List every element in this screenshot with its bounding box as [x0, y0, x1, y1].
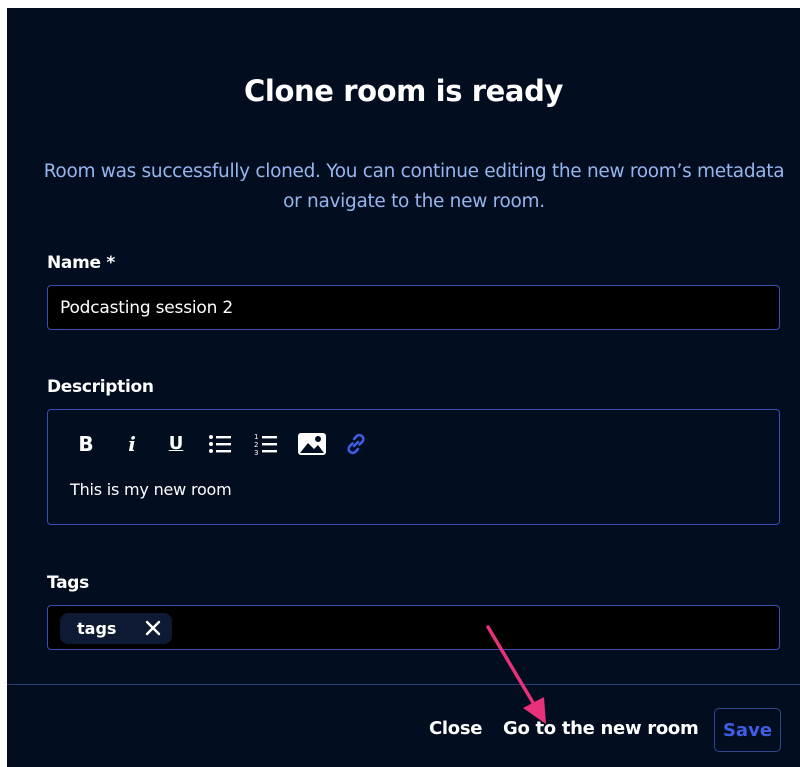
- close-button[interactable]: Close: [429, 718, 482, 739]
- numbered-list-icon[interactable]: 1 2 3: [252, 430, 280, 458]
- go-to-new-room-button[interactable]: Go to the new room: [503, 718, 699, 739]
- clone-room-dialog: Clone room is ready Room was successfull…: [7, 8, 800, 767]
- tag-chip-label: tags: [77, 619, 117, 638]
- save-button[interactable]: Save: [714, 708, 781, 752]
- tags-label: Tags: [47, 573, 89, 593]
- close-icon[interactable]: [144, 619, 162, 637]
- svg-text:2: 2: [254, 441, 258, 449]
- tag-chip: tags: [60, 613, 172, 644]
- svg-text:3: 3: [254, 449, 258, 456]
- footer-divider: [7, 684, 800, 685]
- name-input[interactable]: Podcasting session 2: [47, 285, 780, 330]
- description-text: This is my new room: [70, 480, 232, 499]
- italic-icon[interactable]: i: [118, 430, 146, 458]
- svg-text:1: 1: [254, 433, 258, 441]
- image-icon[interactable]: [296, 430, 328, 458]
- bold-icon[interactable]: B: [72, 430, 100, 458]
- tags-input[interactable]: tags: [47, 605, 780, 650]
- link-icon[interactable]: [342, 430, 370, 458]
- dialog-message: Room was successfully cloned. You can co…: [43, 161, 785, 212]
- dialog-title: Clone room is ready: [244, 74, 563, 108]
- name-input-value: Podcasting session 2: [60, 298, 233, 318]
- name-label: Name *: [47, 253, 115, 273]
- underline-icon[interactable]: U: [162, 430, 190, 458]
- description-label: Description: [47, 377, 154, 397]
- description-editor[interactable]: B i U 1 2 3 This is my new room: [47, 409, 780, 525]
- bulleted-list-icon[interactable]: [206, 430, 234, 458]
